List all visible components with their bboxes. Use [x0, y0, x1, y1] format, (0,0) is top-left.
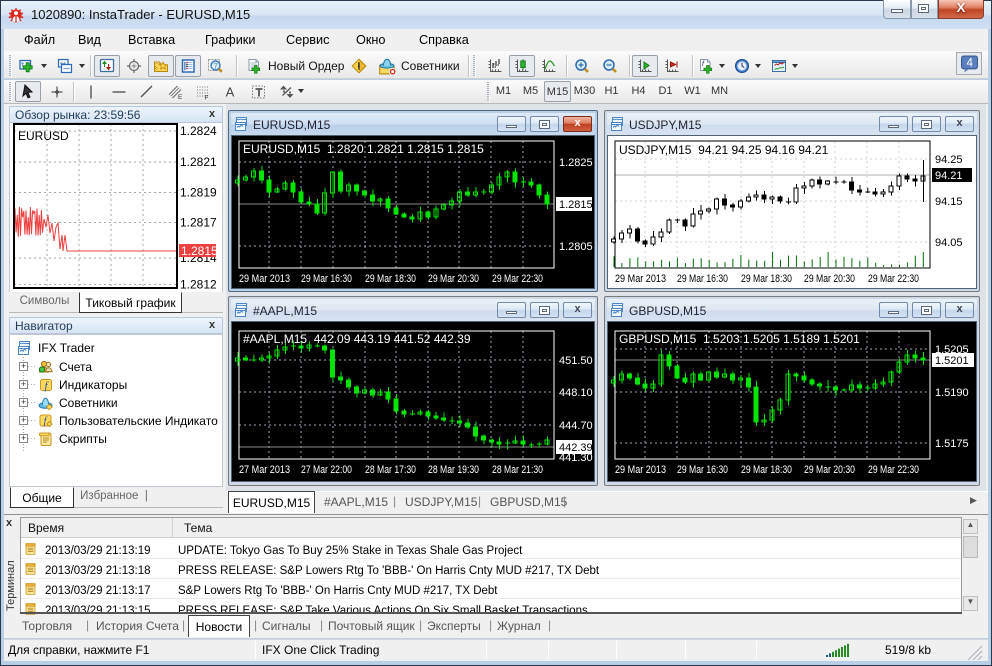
svg-text:29 Mar 2013: 29 Mar 2013	[239, 273, 290, 285]
svg-text:29 Mar 16:30: 29 Mar 16:30	[677, 273, 728, 285]
svg-text:29 Mar 20:30: 29 Mar 20:30	[804, 464, 855, 476]
svg-text:29 Mar 18:30: 29 Mar 18:30	[741, 464, 792, 476]
svg-text:29 Mar 16:30: 29 Mar 16:30	[677, 464, 728, 476]
svg-text:94.25: 94.25	[935, 154, 963, 166]
svg-text:29 Mar 20:30: 29 Mar 20:30	[804, 273, 855, 285]
svg-text:94.15: 94.15	[935, 196, 963, 208]
svg-text:1.2821: 1.2821	[180, 155, 217, 169]
svg-text:29 Mar 18:30: 29 Mar 18:30	[741, 273, 792, 285]
svg-text:28 Mar 17:30: 28 Mar 17:30	[365, 464, 416, 476]
svg-text:1.2812: 1.2812	[180, 278, 217, 292]
svg-text:1.2815: 1.2815	[181, 244, 218, 258]
svg-text:EURUSD,M15 1.2820 1.2821 1.28: EURUSD,M15 1.2820 1.2821 1.2815 1.2815	[243, 142, 484, 156]
svg-text:29 Mar 16:30: 29 Mar 16:30	[301, 273, 352, 285]
svg-text:1.2817: 1.2817	[180, 216, 217, 230]
svg-text:27 Mar 22:00: 27 Mar 22:00	[301, 464, 352, 476]
svg-text:29 Mar 22:30: 29 Mar 22:30	[492, 273, 543, 285]
svg-text:448.10: 448.10	[559, 387, 593, 399]
svg-text:28 Mar 21:30: 28 Mar 21:30	[492, 464, 543, 476]
svg-text:E: E	[178, 94, 183, 100]
svg-text:F: F	[205, 95, 209, 101]
svg-text:1.5175: 1.5175	[935, 438, 969, 450]
svg-text:29 Mar 20:30: 29 Mar 20:30	[428, 273, 479, 285]
svg-text:29 Mar 2013: 29 Mar 2013	[615, 464, 666, 476]
svg-text:1.5190: 1.5190	[935, 387, 969, 399]
svg-text:A: A	[226, 85, 235, 100]
svg-text:94.05: 94.05	[935, 237, 963, 249]
svg-text:29 Mar 2013: 29 Mar 2013	[615, 273, 666, 285]
svg-text:4: 4	[966, 57, 973, 70]
svg-text:1.5201: 1.5201	[935, 355, 969, 367]
svg-text:GBPUSD,M15 1.5203 1.5205 1.51: GBPUSD,M15 1.5203 1.5205 1.5189 1.5201	[619, 332, 860, 346]
svg-text:1.2815: 1.2815	[559, 199, 593, 211]
svg-text:1.2824: 1.2824	[180, 124, 217, 138]
svg-text:USDJPY,M15 94.21 94.25 94.16: USDJPY,M15 94.21 94.25 94.16 94.21	[619, 143, 829, 157]
svg-text:1.2825: 1.2825	[559, 157, 593, 169]
svg-text:451.50: 451.50	[559, 355, 593, 367]
svg-text:1.2805: 1.2805	[559, 241, 593, 253]
svg-text:29 Mar 22:30: 29 Mar 22:30	[868, 464, 919, 476]
svg-text:29 Mar 22:30: 29 Mar 22:30	[868, 273, 919, 285]
svg-text:1.2819: 1.2819	[180, 186, 217, 200]
svg-text:27 Mar 2013: 27 Mar 2013	[239, 464, 290, 476]
svg-text:28 Mar 19:30: 28 Mar 19:30	[428, 464, 479, 476]
svg-text:444.70: 444.70	[559, 420, 593, 432]
svg-text:EURUSD: EURUSD	[18, 129, 69, 143]
svg-text:29 Mar 18:30: 29 Mar 18:30	[365, 273, 416, 285]
svg-text:94.21: 94.21	[935, 170, 963, 182]
svg-text:442.39: 442.39	[559, 442, 593, 454]
svg-text:#AAPL,M15 442.09 443.19 441.5: #AAPL,M15 442.09 443.19 441.52 442.39	[243, 332, 471, 346]
